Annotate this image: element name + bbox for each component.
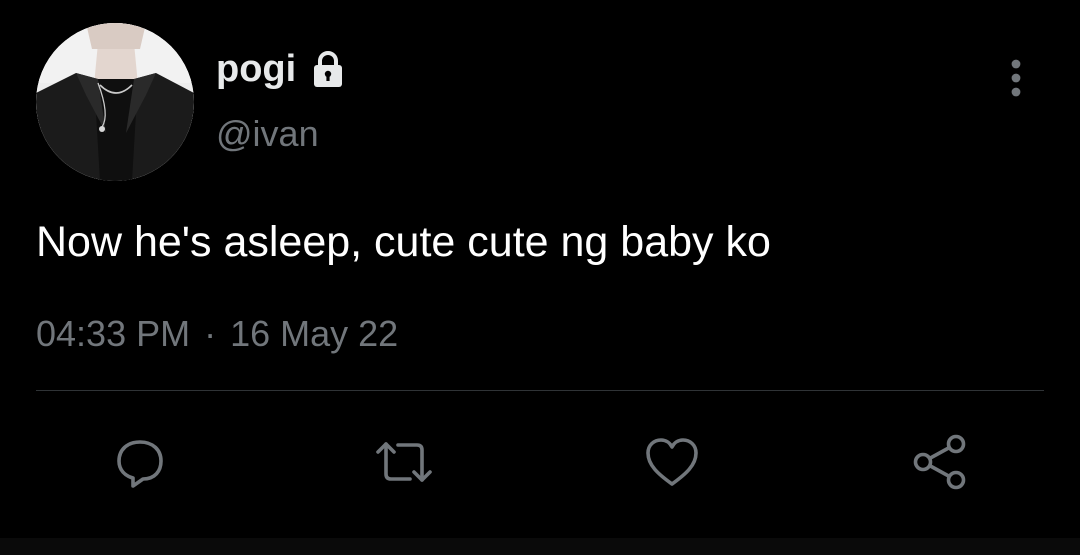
comment-icon — [117, 440, 163, 488]
tweet-timestamp[interactable]: 04:33 PM · 16 May 22 — [36, 308, 398, 360]
retweet-icon — [376, 442, 432, 482]
tweet-date: 16 May 22 — [230, 313, 399, 354]
tweet-time: 04:33 PM — [36, 313, 191, 354]
timestamp-separator: · — [204, 313, 217, 354]
share-icon — [913, 434, 966, 490]
lock-icon — [308, 49, 348, 89]
more-options-button[interactable] — [996, 52, 1036, 102]
bottom-edge — [0, 538, 1080, 555]
divider — [36, 390, 1044, 391]
tweet-text: Now he's asleep, cute cute ng baby ko — [36, 218, 771, 266]
display-name-row: pogi — [216, 44, 348, 94]
avatar-photo — [36, 23, 194, 181]
retweet-button[interactable] — [372, 430, 436, 494]
heart-icon — [646, 438, 698, 486]
user-handle[interactable]: @ivan — [216, 112, 319, 156]
tweet-actions — [0, 430, 1080, 494]
avatar[interactable] — [36, 23, 194, 181]
like-button[interactable] — [640, 430, 704, 494]
display-name[interactable]: pogi — [216, 44, 296, 94]
share-button[interactable] — [908, 430, 972, 494]
reply-button[interactable] — [108, 430, 172, 494]
more-vertical-icon — [1011, 59, 1021, 97]
